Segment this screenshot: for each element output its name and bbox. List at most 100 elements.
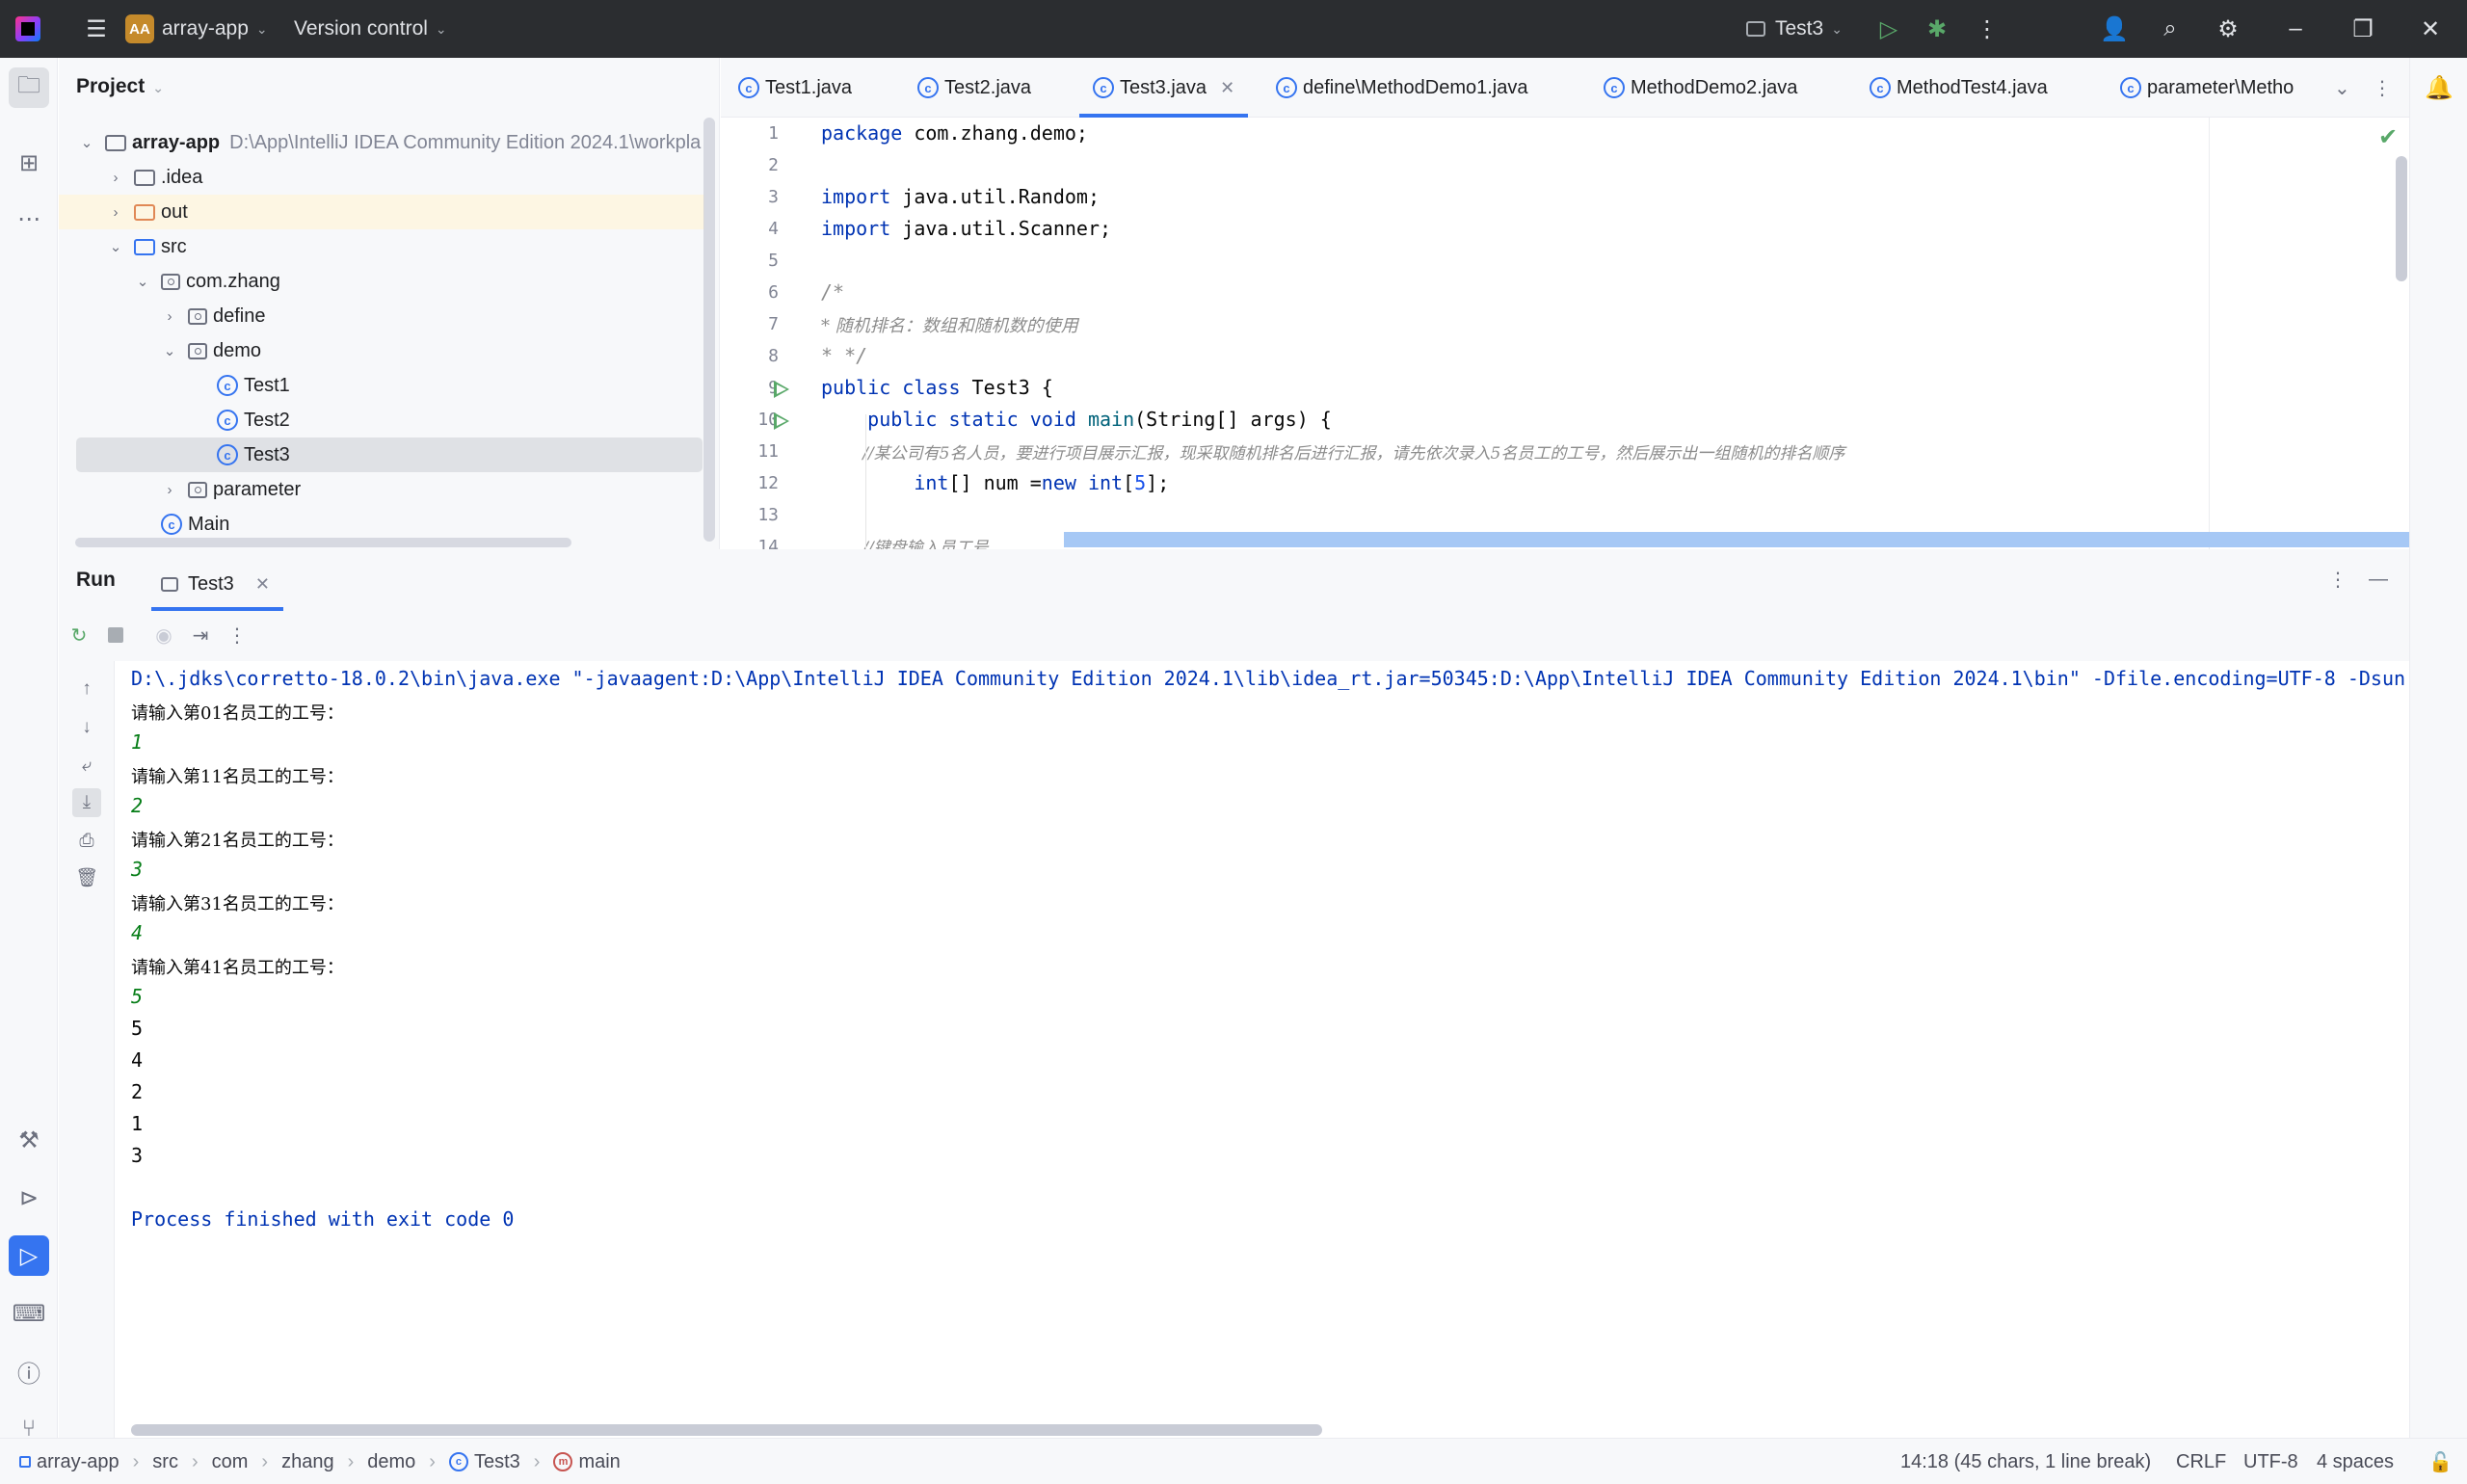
project-switcher[interactable]: AA array-app ⌄ xyxy=(125,0,268,58)
close-window-button[interactable]: ✕ xyxy=(2401,0,2459,58)
run-config-selector[interactable]: Test3 ⌄ xyxy=(1746,0,1843,58)
structure-tool-button[interactable]: ⊞ xyxy=(9,143,49,183)
folder-icon: 🗀 xyxy=(17,71,40,98)
tree-item-label: parameter xyxy=(213,478,302,500)
build-tool-button[interactable]: ⚒ xyxy=(9,1120,49,1160)
indent-guide xyxy=(865,414,866,549)
tab-parameter-method[interactable]: c parameter\Metho xyxy=(2120,58,2369,118)
tabs-dropdown-button[interactable]: ⌄ xyxy=(2334,58,2350,118)
tree-item-src[interactable]: ⌄ src xyxy=(59,229,704,264)
package-icon xyxy=(188,307,207,325)
print-button[interactable]: ⎙ xyxy=(72,827,101,856)
tree-item-define[interactable]: › define xyxy=(59,299,704,333)
project-vertical-scrollbar[interactable] xyxy=(703,118,715,542)
hamburger-menu-button[interactable]: ☰ xyxy=(67,0,125,58)
project-tool-button[interactable]: 🗀 xyxy=(9,67,49,108)
run-class-gutter-icon[interactable] xyxy=(774,381,789,398)
debug-button[interactable]: ✱ xyxy=(1908,0,1966,58)
status-bar: array-app › src › com › zhang › demo › c… xyxy=(0,1438,2467,1484)
read-only-toggle[interactable]: 🔓 xyxy=(2428,1439,2453,1484)
tab-test1-java[interactable]: c Test1.java xyxy=(738,58,852,118)
no-problems-check-icon[interactable]: ✔ xyxy=(2378,123,2398,151)
tab-define-methoddemo1-java[interactable]: c define\MethodDemo1.java xyxy=(1276,58,1527,118)
minimize-window-button[interactable]: – xyxy=(2267,0,2324,58)
console-horizontal-scrollbar[interactable] xyxy=(131,1424,1322,1436)
tab-test3-java[interactable]: c Test3.java ✕ xyxy=(1079,58,1249,118)
tree-item-test1[interactable]: c Test1 xyxy=(59,368,704,403)
tab-test2-java[interactable]: c Test2.java xyxy=(917,58,1031,118)
breadcrumb-item[interactable]: com xyxy=(212,1451,249,1473)
caret-position[interactable]: 14:18 (45 chars, 1 line break) xyxy=(1900,1439,2151,1484)
line-separator[interactable]: CRLF xyxy=(2176,1439,2226,1484)
settings-button[interactable]: ⚙ xyxy=(2199,0,2257,58)
run-config-icon xyxy=(1746,21,1765,37)
code-line-6: /* xyxy=(821,280,845,304)
tabs-more-button[interactable]: ⋮ xyxy=(2373,58,2392,118)
hide-run-panel-button[interactable]: — xyxy=(2364,565,2393,594)
code-with-me-button[interactable]: 👤 xyxy=(2085,0,2143,58)
close-tab-icon[interactable]: ✕ xyxy=(255,574,270,595)
close-icon: ✕ xyxy=(2420,15,2441,42)
more-actions-button[interactable]: ⋮ xyxy=(1958,0,2016,58)
breadcrumb-item[interactable]: Test3 xyxy=(474,1451,520,1473)
project-horizontal-scrollbar[interactable] xyxy=(75,538,571,547)
breadcrumb-item[interactable]: array-app xyxy=(37,1451,119,1473)
terminal-tool-button[interactable]: ⌨ xyxy=(9,1293,49,1334)
code-editor[interactable]: 1 2 3 4 5 6 7 8 9 10 11 12 13 14 package… xyxy=(721,118,2409,549)
breadcrumb-separator-icon: › xyxy=(261,1450,269,1472)
file-encoding[interactable]: UTF-8 xyxy=(2243,1439,2298,1484)
problems-tool-button[interactable]: ⓘ xyxy=(9,1351,49,1391)
dump-threads-button[interactable]: ◉ xyxy=(149,621,178,649)
tree-item-label: define xyxy=(213,305,266,327)
tree-item-demo[interactable]: ⌄ demo xyxy=(59,333,704,368)
excluded-folder-icon xyxy=(134,203,155,221)
project-panel-title[interactable]: Project ⌄ xyxy=(76,75,164,98)
console-output: 1 xyxy=(131,1112,144,1135)
editor-vertical-scrollbar[interactable] xyxy=(2396,156,2407,281)
breadcrumb-item[interactable]: src xyxy=(152,1451,178,1473)
tree-item-idea[interactable]: › .idea xyxy=(59,160,704,195)
hamburger-icon: ☰ xyxy=(86,15,107,42)
line-number: 11 xyxy=(757,441,779,462)
chevron-down-icon: ⌄ xyxy=(163,343,176,359)
indent-setting[interactable]: 4 spaces xyxy=(2317,1439,2394,1484)
more-tools-button[interactable]: ⋯ xyxy=(9,199,49,239)
console-input: 2 xyxy=(131,794,144,817)
breadcrumb-item[interactable]: main xyxy=(578,1451,620,1473)
tree-item-main[interactable]: c Main xyxy=(59,507,704,542)
restore-window-button[interactable]: ❐ xyxy=(2334,0,2392,58)
close-tab-icon[interactable]: ✕ xyxy=(1220,78,1234,98)
version-control-menu[interactable]: Version control ⌄ xyxy=(294,0,447,58)
services-tool-button[interactable]: ⊳ xyxy=(9,1178,49,1218)
console-prompt: 请输入第41名员工的工号： xyxy=(131,958,344,978)
tree-item-out[interactable]: › out xyxy=(59,195,704,229)
run-options-button[interactable]: ⋮ xyxy=(2323,565,2352,594)
exit-button[interactable]: ⇥ xyxy=(186,621,215,649)
tree-item-array-app[interactable]: ⌄ array-app D:\App\IntelliJ IDEA Communi… xyxy=(59,125,704,160)
scroll-down-button[interactable]: ↓ xyxy=(72,713,101,742)
tree-item-test2[interactable]: c Test2 xyxy=(59,403,704,437)
breadcrumb-item[interactable]: zhang xyxy=(281,1451,334,1473)
version-control-label: Version control xyxy=(294,17,428,40)
breadcrumb-item[interactable]: demo xyxy=(367,1451,415,1473)
scroll-up-button[interactable]: ↑ xyxy=(72,675,101,703)
tree-item-com-zhang[interactable]: ⌄ com.zhang xyxy=(59,264,704,299)
tab-methodtest4-java[interactable]: c MethodTest4.java xyxy=(1870,58,2048,118)
scroll-to-end-button[interactable]: ⤓ xyxy=(72,788,101,817)
tab-methoddemo2-java[interactable]: c MethodDemo2.java xyxy=(1604,58,1797,118)
clear-all-button[interactable]: 🗑 xyxy=(72,863,101,892)
stop-button[interactable] xyxy=(101,621,130,649)
run-tab-test3[interactable]: Test3 ✕ xyxy=(151,557,283,611)
chevron-down-icon: ⌄ xyxy=(1831,20,1843,37)
run-main-gutter-icon[interactable] xyxy=(774,412,789,430)
search-everywhere-button[interactable]: ⌕ xyxy=(2141,0,2199,58)
soft-wrap-button[interactable]: ⤶ xyxy=(72,752,101,781)
tree-item-test3[interactable]: c Test3 xyxy=(76,437,703,472)
notifications-button[interactable]: 🔔 xyxy=(2419,67,2459,108)
project-badge: AA xyxy=(125,14,154,43)
run-tool-button[interactable]: ▷ xyxy=(9,1235,49,1276)
tree-item-parameter[interactable]: › parameter xyxy=(59,472,704,507)
rerun-button[interactable]: ↻ xyxy=(65,621,93,649)
line-number: 5 xyxy=(768,251,779,271)
run-toolbar-more-button[interactable]: ⋮ xyxy=(223,621,252,649)
